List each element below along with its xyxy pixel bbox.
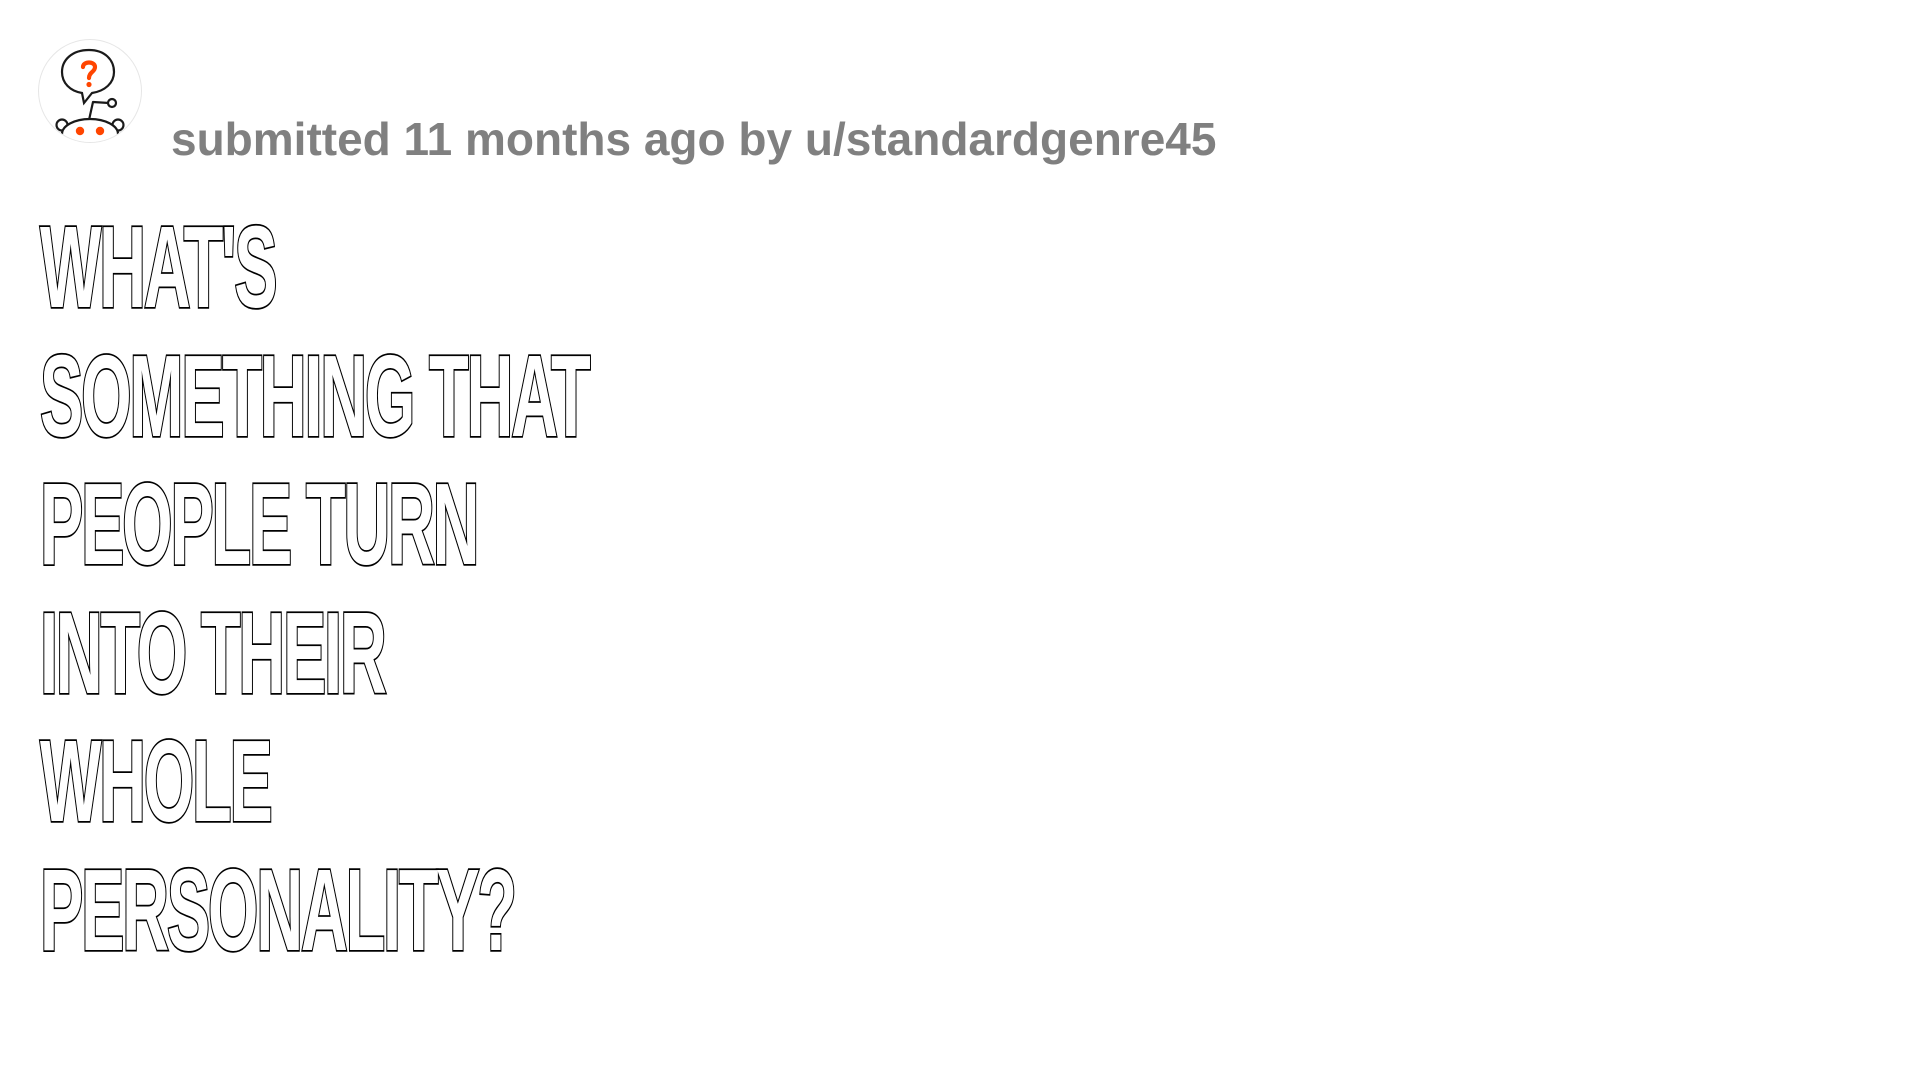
subreddit-avatar[interactable] — [39, 40, 141, 142]
askreddit-snoo-question-icon — [55, 48, 125, 142]
post-title[interactable]: What's something that people turn into t… — [39, 201, 940, 975]
title-line: something that — [39, 330, 592, 461]
submitted-meta: submitted 11 months ago by u/standardgen… — [171, 113, 1217, 165]
title-line: whole — [39, 715, 274, 846]
title-line: people turn — [39, 458, 481, 589]
title-line: What's — [39, 201, 279, 332]
title-line: into their — [39, 587, 388, 718]
title-line: personality? — [39, 844, 518, 975]
